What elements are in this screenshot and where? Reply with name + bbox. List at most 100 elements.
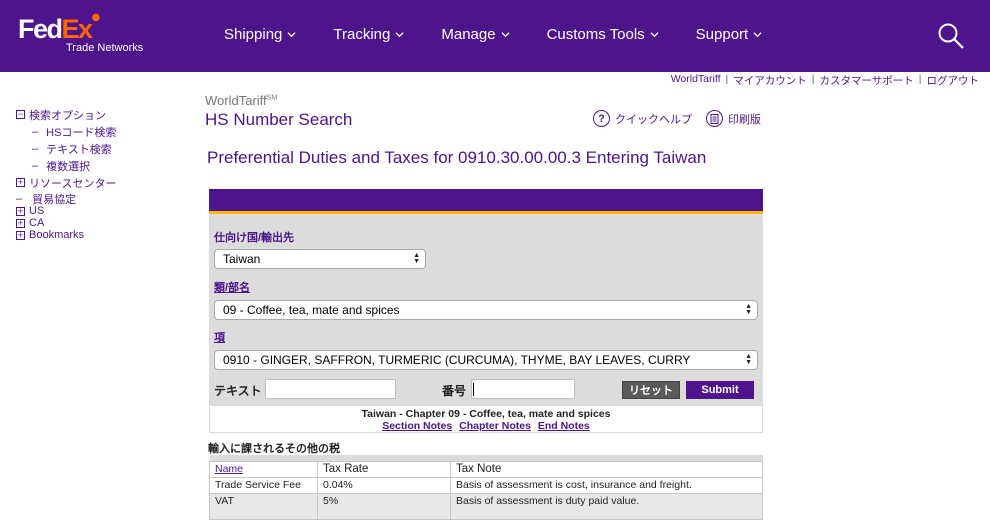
print-label: 印刷版 (728, 113, 761, 126)
expand-icon[interactable]: + (16, 206, 25, 216)
tax-name-cell: Trade Service Fee (209, 476, 318, 494)
service-mark: SM (266, 94, 278, 102)
util-my-account-link[interactable]: マイアカウント (728, 73, 812, 88)
sidebar-item-label: 複数選択 (46, 160, 91, 173)
tax-note-cell: Basis of assessment is cost, insurance a… (450, 476, 763, 494)
help-icon: ? (593, 110, 610, 127)
util-logout-link[interactable]: ログアウト (922, 73, 985, 88)
destination-select[interactable]: Taiwan ▲ ▼ (214, 249, 426, 269)
destination-select-value: Taiwan (223, 252, 261, 266)
logo-fed-text: Fed (18, 14, 63, 44)
search-icon (938, 23, 964, 49)
chevron-down-icon (501, 32, 510, 38)
sidebar-item-label: 検索オプション (29, 109, 106, 122)
chapter-title: Taiwan - Chapter 09 - Coffee, tea, mate … (361, 408, 611, 420)
nav-tracking-label: Tracking (333, 26, 391, 43)
chevron-down-icon (753, 32, 762, 38)
sidebar-item-label: CA (29, 217, 45, 229)
dash-bullet: – (16, 193, 23, 205)
expand-icon[interactable]: + (16, 218, 25, 228)
nav-tracking[interactable]: Tracking (333, 26, 404, 43)
chapter-select[interactable]: 09 - Coffee, tea, mate and spices ▲ ▼ (214, 300, 758, 320)
text-search-label: テキスト (214, 384, 262, 398)
text-caret (473, 383, 474, 396)
main-nav: Shipping Tracking Manage Customs Tools S… (224, 26, 799, 43)
column-header-name[interactable]: Name (209, 460, 318, 478)
nav-shipping-label: Shipping (224, 26, 283, 43)
util-worldtariff-link[interactable]: WorldTariff (666, 73, 726, 88)
nav-support[interactable]: Support (696, 26, 763, 43)
chapter-info-box: Taiwan - Chapter 09 - Coffee, tea, mate … (209, 406, 763, 433)
sidebar-item-label: HSコード検索 (46, 126, 117, 139)
utility-links: WorldTariff | マイアカウント | カスタマーサポート | ログアウ… (666, 73, 984, 88)
table-row: VAT 5% Basis of assessment is duty paid … (209, 492, 763, 520)
end-notes-link[interactable]: End Notes (538, 420, 590, 432)
destination-label: 仕向け国/輸出先 (214, 232, 295, 244)
column-header-tax-rate: Tax Rate (317, 460, 451, 478)
tax-rate-cell: 0.04% (317, 476, 451, 494)
sidebar-item-resource-center[interactable]: + リソースセンター (16, 176, 116, 190)
util-customer-support-link[interactable]: カスタマーサポート (814, 73, 918, 88)
other-taxes-heading: 輸入に課されるその他の税 (208, 443, 340, 455)
sidebar: − 検索オプション – HSコード検索 – テキスト検索 – 複数選択 + リソ… (16, 108, 116, 241)
nav-customs-tools-label: Customs Tools (546, 26, 645, 43)
fedex-logo[interactable]: FedEx● Trade Networks (18, 12, 143, 54)
print-link[interactable]: 印刷版 (706, 110, 761, 127)
chapter-label[interactable]: 類/部名 (214, 279, 250, 295)
sidebar-item-trade-agreements[interactable]: – 貿易協定 (16, 193, 116, 206)
sidebar-item-label: テキスト検索 (46, 143, 112, 156)
nav-support-label: Support (695, 26, 749, 43)
tax-name-cell: VAT (209, 492, 318, 520)
sidebar-item-text-search[interactable]: – テキスト検索 (16, 142, 116, 156)
sidebar-item-ca[interactable]: + CA (16, 217, 116, 229)
chapter-select-value: 09 - Coffee, tea, mate and spices (223, 303, 400, 317)
section-notes-link[interactable]: Section Notes (382, 420, 452, 432)
table-row: Trade Service Fee 0.04% Basis of assessm… (209, 476, 763, 494)
heading-select-value: 0910 - GINGER, SAFFRON, TURMERIC (CURCUM… (223, 353, 691, 367)
tax-rate-cell: 5% (317, 492, 451, 520)
quick-help-link[interactable]: ? クイックヘルプ (593, 110, 692, 127)
chevron-down-icon (650, 32, 659, 38)
sidebar-item-search-options[interactable]: − 検索オプション (16, 108, 116, 122)
column-header-tax-note: Tax Note (450, 460, 763, 478)
chevron-down-icon (395, 32, 404, 38)
dash-bullet: – (32, 125, 39, 138)
logo-subtitle: Trade Networks (66, 42, 144, 54)
other-taxes-table: Name Tax Rate Tax Note Trade Service Fee… (209, 455, 763, 520)
heading-select[interactable]: 0910 - GINGER, SAFFRON, TURMERIC (CURCUM… (214, 350, 758, 370)
print-icon (706, 110, 723, 127)
sidebar-item-hs-code-search[interactable]: – HSコード検索 (16, 125, 117, 139)
expand-icon[interactable]: + (16, 230, 25, 240)
chevron-down-icon (287, 32, 296, 38)
page-title: Preferential Duties and Taxes for 0910.3… (207, 148, 707, 167)
top-navigation-bar: FedEx● Trade Networks Shipping Tracking … (0, 0, 990, 72)
logo-ex-text: Ex (61, 14, 94, 44)
expand-icon[interactable]: + (16, 178, 25, 187)
select-arrows-icon: ▲ ▼ (745, 303, 752, 316)
sidebar-item-multi-select[interactable]: – 複数選択 (16, 159, 116, 173)
select-arrows-icon: ▲ ▼ (745, 353, 752, 366)
heading-label[interactable]: 項 (214, 329, 225, 345)
dash-bullet: – (32, 142, 39, 155)
reset-button[interactable]: リセット (622, 381, 680, 399)
table-header-row: Name Tax Rate Tax Note (209, 460, 763, 478)
submit-button[interactable]: Submit (686, 381, 754, 399)
sidebar-item-bookmarks[interactable]: + Bookmarks (16, 229, 116, 241)
search-button[interactable] (937, 22, 965, 50)
logo-dot: ● (91, 12, 101, 23)
nav-customs-tools[interactable]: Customs Tools (547, 26, 659, 43)
hs-search-title: HS Number Search (205, 110, 353, 129)
number-label: 番号 (442, 384, 467, 398)
tax-note-cell: Basis of assessment is duty paid value. (450, 492, 763, 520)
chapter-notes-link[interactable]: Chapter Notes (459, 420, 531, 432)
text-search-input[interactable] (265, 379, 396, 399)
panel-header-bar (209, 189, 763, 214)
sidebar-item-label: Bookmarks (29, 229, 85, 241)
nav-manage[interactable]: Manage (441, 26, 510, 43)
select-arrows-icon: ▲ ▼ (413, 252, 420, 265)
quick-help-label: クイックヘルプ (615, 113, 692, 126)
dash-bullet: – (32, 159, 39, 172)
collapse-icon[interactable]: − (16, 110, 25, 119)
number-input[interactable] (471, 379, 575, 399)
nav-shipping[interactable]: Shipping (224, 26, 296, 43)
